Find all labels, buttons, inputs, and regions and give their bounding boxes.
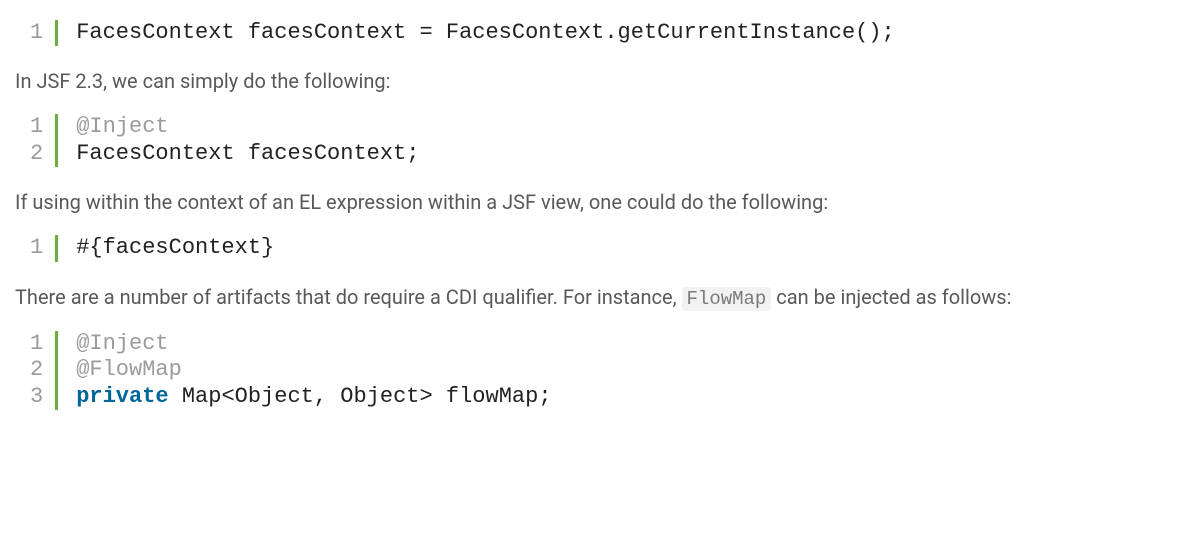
- code-token: ();: [855, 20, 895, 45]
- code-token-keyword: private: [76, 384, 168, 409]
- code-block-3: 1 #{facesContext}: [30, 235, 1185, 261]
- code-token: =: [419, 20, 432, 45]
- line-numbers: 1 2: [30, 114, 58, 167]
- inline-code: FlowMap: [682, 287, 772, 311]
- code-content: FacesContext facesContext = FacesContext…: [58, 20, 895, 46]
- code-token: #{facesContext}: [76, 235, 274, 260]
- text-segment: can be injected as follows:: [771, 285, 1011, 309]
- code-token-annotation: @FlowMap: [76, 357, 182, 382]
- line-numbers: 1: [30, 235, 58, 261]
- code-token: ;: [406, 141, 419, 166]
- code-token: Map: [169, 384, 222, 409]
- code-content: #{facesContext}: [58, 235, 274, 261]
- code-content: @Inject @FlowMap private Map<Object, Obj…: [58, 331, 551, 410]
- code-token: Object: [235, 384, 314, 409]
- text-segment: There are a number of artifacts that do …: [15, 285, 682, 309]
- code-token: FacesContext facesContext: [76, 141, 406, 166]
- code-token: <: [221, 384, 234, 409]
- code-token-annotation: @Inject: [76, 114, 168, 139]
- line-numbers: 1 2 3: [30, 331, 58, 410]
- line-numbers: 1: [30, 20, 58, 46]
- paragraph: There are a number of artifacts that do …: [15, 282, 1185, 314]
- code-block-2: 1 2 @Inject FacesContext facesContext;: [30, 114, 1185, 167]
- code-token: .: [604, 20, 617, 45]
- code-token: flowMap: [433, 384, 539, 409]
- code-token: ;: [538, 384, 551, 409]
- paragraph: If using within the context of an EL exp…: [15, 187, 1185, 217]
- paragraph: In JSF 2.3, we can simply do the followi…: [15, 66, 1185, 96]
- code-token: Object: [327, 384, 419, 409]
- code-token: getCurrentInstance: [618, 20, 856, 45]
- code-content: @Inject FacesContext facesContext;: [58, 114, 419, 167]
- code-token: >: [419, 384, 432, 409]
- code-token: FacesContext: [433, 20, 605, 45]
- code-block-1: 1 FacesContext facesContext = FacesConte…: [30, 20, 1185, 46]
- code-token-annotation: @Inject: [76, 331, 168, 356]
- code-token: FacesContext facesContext: [76, 20, 419, 45]
- code-token: ,: [314, 384, 327, 409]
- code-block-4: 1 2 3 @Inject @FlowMap private Map<Objec…: [30, 331, 1185, 410]
